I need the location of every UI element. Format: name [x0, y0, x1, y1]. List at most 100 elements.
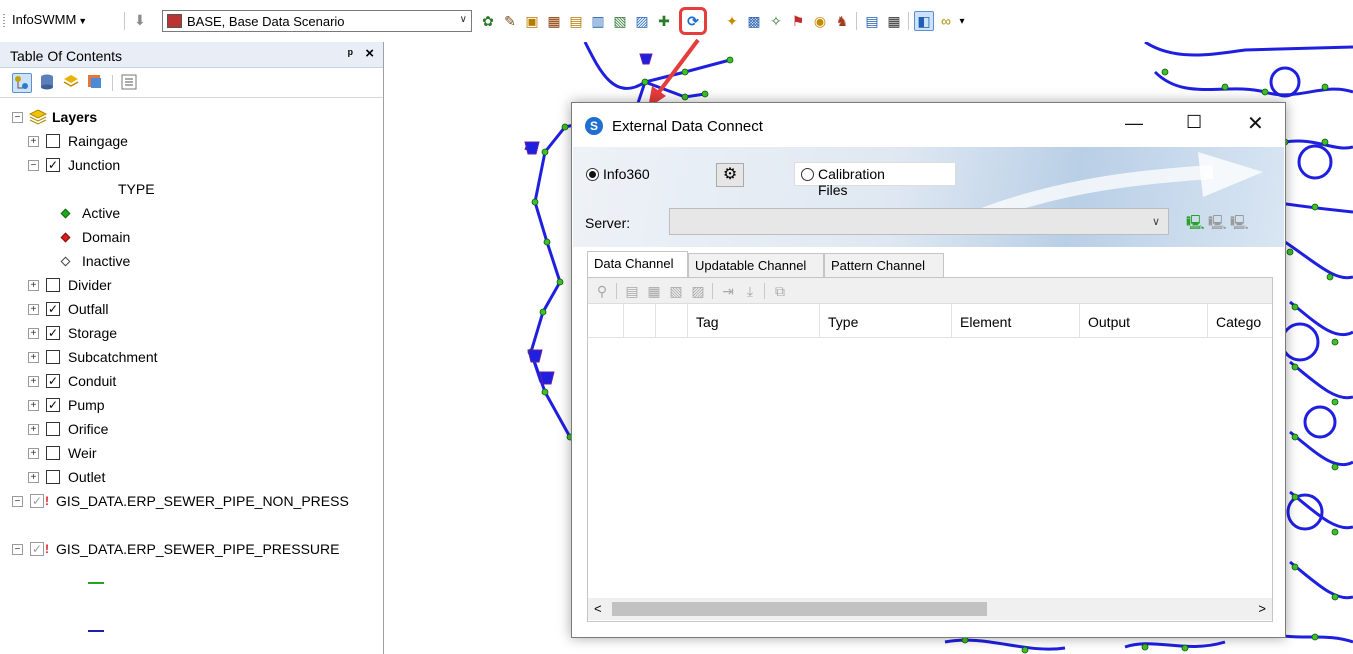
toolbar-tool-10[interactable]: ✦: [722, 11, 742, 31]
tab-data-channel[interactable]: Data Channel: [587, 251, 688, 277]
layer-visibility-checkbox[interactable]: [46, 446, 60, 460]
layer-visibility-checkbox[interactable]: [46, 350, 60, 364]
expand-icon[interactable]: +: [28, 472, 39, 483]
import-icon[interactable]: ⇥: [720, 283, 736, 299]
layer-visibility-checkbox[interactable]: ✓: [30, 542, 49, 556]
column-tag[interactable]: Tag: [688, 304, 820, 338]
toolbar-tool-16[interactable]: ▤: [862, 11, 882, 31]
expand-icon[interactable]: +: [28, 352, 39, 363]
expand-icon[interactable]: +: [28, 376, 39, 387]
layer-visibility-checkbox[interactable]: ✓: [46, 158, 60, 172]
toolbar-tool-12[interactable]: ✧: [766, 11, 786, 31]
delete-row-icon[interactable]: ▨: [690, 283, 706, 299]
column-type[interactable]: Type: [820, 304, 952, 338]
edit-row-icon[interactable]: ▦: [646, 283, 662, 299]
tab-updatable-channel[interactable]: Updatable Channel: [688, 253, 824, 277]
minimize-button[interactable]: —: [1125, 113, 1143, 134]
scenario-icon: [167, 14, 182, 28]
add-server-icon[interactable]: 🖳: [1186, 212, 1205, 230]
toolbar-tool-11[interactable]: ▩: [744, 11, 764, 31]
toolbar-tool-6[interactable]: ▥: [588, 11, 608, 31]
toolbar-tool-4[interactable]: ▦: [544, 11, 564, 31]
layer-visibility-checkbox[interactable]: [46, 278, 60, 292]
toolbar-tool-7[interactable]: ▧: [610, 11, 630, 31]
list-by-selection-button[interactable]: [86, 73, 106, 93]
expand-icon[interactable]: +: [28, 448, 39, 459]
layer-visibility-checkbox[interactable]: [46, 134, 60, 148]
infoswmm-menu[interactable]: InfoSWMM ▼: [12, 12, 87, 27]
collapse-icon[interactable]: −: [12, 496, 23, 507]
toolbar-tool-8[interactable]: ▨: [632, 11, 652, 31]
server-select[interactable]: ∨: [669, 208, 1169, 235]
select-column[interactable]: [624, 304, 656, 338]
expand-icon[interactable]: +: [28, 400, 39, 411]
table-of-contents-panel: Table Of Contents ᵖ × − Layers + Raingag…: [0, 42, 384, 654]
scroll-right-icon[interactable]: >: [1258, 601, 1266, 616]
info360-radio-button[interactable]: [586, 168, 599, 181]
options-button[interactable]: [120, 73, 140, 93]
add-row-icon[interactable]: ▤: [624, 283, 640, 299]
toolbar-tool-18[interactable]: ◧: [914, 11, 934, 31]
calibration-radio-button[interactable]: [801, 168, 814, 181]
layer-visibility-checkbox[interactable]: [46, 422, 60, 436]
status-column[interactable]: [656, 304, 688, 338]
toolbar-tool-15[interactable]: ♞: [832, 11, 852, 31]
expand-icon[interactable]: +: [28, 328, 39, 339]
scenario-select[interactable]: BASE, Base Data Scenario ∨: [162, 10, 472, 32]
toolbar-tool-13[interactable]: ⚑: [788, 11, 808, 31]
pin-icon[interactable]: ᵖ: [348, 46, 353, 61]
list-by-source-button[interactable]: [38, 73, 58, 93]
update-row-icon[interactable]: ▧: [668, 283, 684, 299]
scrollbar-thumb[interactable]: [612, 602, 987, 616]
dialog-titlebar[interactable]: S External Data Connect — ☐ ✕: [572, 103, 1285, 147]
expand-icon[interactable]: +: [28, 280, 39, 291]
toolbar-tool-17[interactable]: ▦: [884, 11, 904, 31]
search-icon[interactable]: ⚲: [594, 283, 610, 299]
horizontal-scrollbar[interactable]: < >: [588, 598, 1272, 620]
layer-visibility-checkbox[interactable]: [46, 470, 60, 484]
delete-server-icon[interactable]: 🖳: [1230, 212, 1249, 230]
toolbar-tool-14[interactable]: ◉: [810, 11, 830, 31]
expand-icon[interactable]: +: [28, 304, 39, 315]
close-button[interactable]: ✕: [1247, 111, 1264, 136]
toolbar-tool-5[interactable]: ▤: [566, 11, 586, 31]
layer-label: Outfall: [68, 301, 109, 317]
export-icon[interactable]: ⧉: [772, 283, 788, 299]
list-by-visibility-button[interactable]: [62, 73, 82, 93]
list-by-drawing-order-button[interactable]: [12, 73, 32, 93]
collapse-icon[interactable]: −: [12, 544, 23, 555]
expand-icon[interactable]: +: [28, 424, 39, 435]
tab-label: Pattern Channel: [831, 258, 925, 273]
arrow-down-icon[interactable]: ⬇: [134, 12, 146, 29]
layer-visibility-checkbox[interactable]: ✓: [46, 302, 60, 316]
row-header-column[interactable]: [588, 304, 624, 338]
toolbar-tool-9[interactable]: ✚: [654, 11, 674, 31]
maximize-button[interactable]: ☐: [1186, 112, 1202, 133]
collapse-icon[interactable]: −: [28, 160, 39, 171]
close-icon[interactable]: ×: [365, 45, 374, 62]
expand-icon[interactable]: +: [28, 136, 39, 147]
toolbar-tool-19[interactable]: ∞: [936, 11, 956, 31]
toolbar-overflow[interactable]: ▾: [956, 11, 968, 31]
layer-visibility-checkbox[interactable]: ✓: [30, 494, 49, 508]
tab-pattern-channel[interactable]: Pattern Channel: [824, 253, 944, 277]
layer-label: Raingage: [68, 133, 128, 149]
column-category[interactable]: Catego: [1208, 304, 1272, 338]
settings-button[interactable]: ⚙: [716, 163, 744, 187]
layer-visibility-checkbox[interactable]: ✓: [46, 326, 60, 340]
toc-toolbar: [0, 68, 383, 98]
toolbar-tool-1[interactable]: ✿: [478, 11, 498, 31]
edit-server-icon[interactable]: 🖳: [1208, 212, 1227, 230]
column-output[interactable]: Output: [1080, 304, 1208, 338]
layer-visibility-checkbox[interactable]: ✓: [46, 398, 60, 412]
column-label: Catego: [1216, 314, 1262, 330]
toolbar-tool-3[interactable]: ▣: [522, 11, 542, 31]
toolbar-tool-2[interactable]: ✎: [500, 11, 520, 31]
external-data-connect-button[interactable]: ⟳: [679, 7, 707, 35]
toolbar-grip[interactable]: [3, 14, 5, 28]
column-element[interactable]: Element: [952, 304, 1080, 338]
scroll-left-icon[interactable]: <: [594, 601, 602, 616]
download-icon[interactable]: ⤓: [742, 283, 758, 299]
collapse-icon[interactable]: −: [12, 112, 23, 123]
layer-visibility-checkbox[interactable]: ✓: [46, 374, 60, 388]
